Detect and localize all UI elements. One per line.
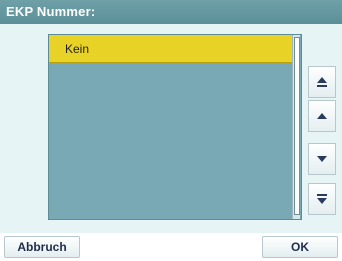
list-item[interactable]: Kein <box>49 35 293 63</box>
chevron-down-icon <box>317 156 327 162</box>
cancel-button[interactable]: Abbruch <box>4 236 80 258</box>
list-item-label: Kein <box>65 42 90 56</box>
list-scrollbar[interactable] <box>292 35 300 219</box>
ok-button[interactable]: OK <box>262 236 338 258</box>
first-page-button[interactable] <box>308 66 336 98</box>
scroll-thumb[interactable] <box>294 37 300 215</box>
double-down-icon <box>317 194 327 204</box>
last-page-button[interactable] <box>308 183 336 215</box>
screen: EKP Nummer: Kein Abbruch OK <box>0 0 342 261</box>
chevron-up-icon <box>317 113 327 119</box>
scroll-down-button[interactable] <box>308 143 336 175</box>
double-up-icon <box>317 77 327 87</box>
ekp-list: Kein <box>48 34 302 220</box>
scroll-up-button[interactable] <box>308 100 336 132</box>
title: EKP Nummer: <box>6 4 96 19</box>
title-bar: EKP Nummer: <box>0 0 342 24</box>
